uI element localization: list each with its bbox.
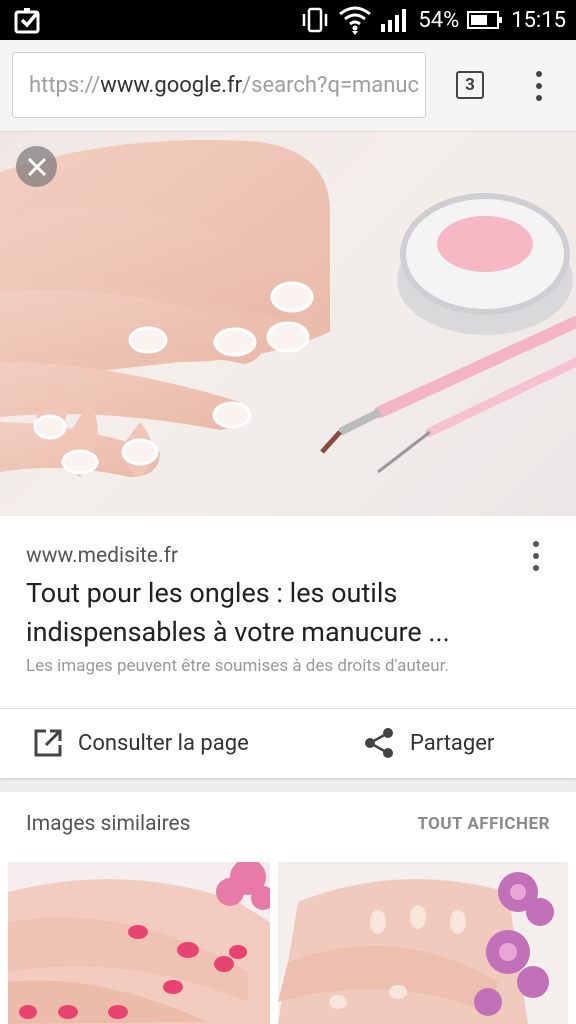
result-info-card: www.medisite.fr Tout pour les ongles : l… bbox=[0, 516, 576, 778]
notification-check-icon bbox=[14, 6, 44, 34]
url-path: /search?q=manuc bbox=[242, 72, 420, 98]
result-source[interactable]: www.medisite.fr bbox=[26, 544, 178, 568]
browser-toolbar: https://www.google.fr/search?q=manuc 3 bbox=[0, 40, 576, 132]
battery-percent: 54% bbox=[418, 7, 460, 33]
browser-menu-button[interactable] bbox=[524, 66, 554, 106]
open-external-icon bbox=[34, 729, 62, 757]
clock: 15:15 bbox=[511, 7, 566, 33]
visit-page-label: Consulter la page bbox=[78, 730, 249, 756]
manicure-illustration bbox=[0, 140, 576, 477]
result-title[interactable]: Tout pour les ongles : les outils indisp… bbox=[26, 574, 546, 652]
result-menu-button[interactable] bbox=[522, 538, 550, 574]
close-icon bbox=[27, 157, 46, 176]
vibrate-icon bbox=[300, 7, 330, 33]
url-field[interactable]: https://www.google.fr/search?q=manuc bbox=[12, 52, 426, 118]
share-button[interactable]: Partager bbox=[362, 709, 494, 777]
url-domain: www.google.fr bbox=[100, 72, 243, 98]
visit-page-button[interactable]: Consulter la page bbox=[32, 709, 249, 777]
status-bar: 54% 15:15 bbox=[0, 0, 576, 40]
battery-icon bbox=[467, 10, 503, 30]
similar-images-heading: Images similaires bbox=[26, 812, 191, 836]
similar-image-thumbnail[interactable] bbox=[278, 862, 568, 1024]
close-preview-button[interactable] bbox=[16, 146, 57, 187]
signal-icon bbox=[380, 8, 410, 32]
copyright-notice: Les images peuvent être soumises à des d… bbox=[26, 656, 449, 676]
show-all-button[interactable]: TOUT AFFICHER bbox=[417, 814, 550, 834]
wifi-icon bbox=[338, 5, 372, 35]
share-icon bbox=[365, 728, 393, 758]
preview-image bbox=[0, 132, 576, 516]
tab-switcher-button[interactable]: 3 bbox=[456, 71, 484, 99]
similar-images-section: Images similaires TOUT AFFICHER bbox=[0, 792, 576, 1024]
share-label: Partager bbox=[410, 730, 495, 756]
similar-image-thumbnail[interactable] bbox=[8, 862, 270, 1024]
url-scheme: https:// bbox=[29, 72, 101, 98]
